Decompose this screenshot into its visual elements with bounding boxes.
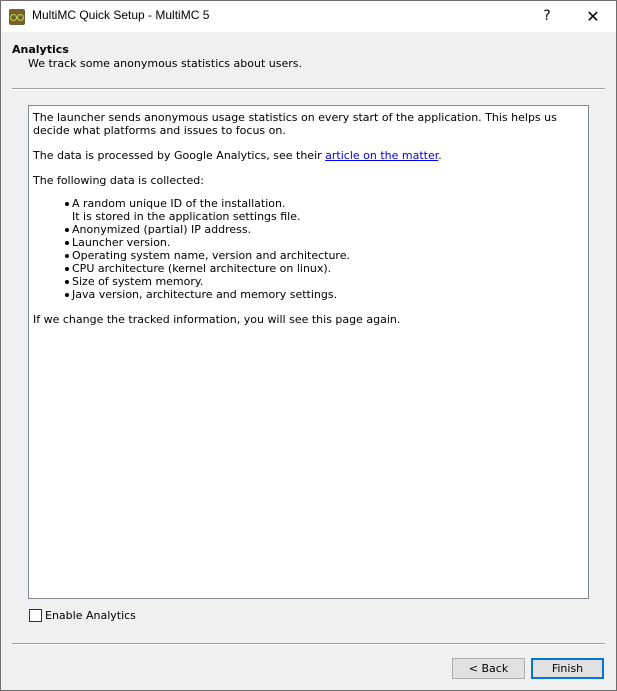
page-title: Analytics bbox=[12, 43, 69, 56]
window-title: MultiMC Quick Setup - MultiMC 5 bbox=[32, 8, 210, 22]
info-paragraph-processing: The data is processed by Google Analytic… bbox=[33, 149, 584, 162]
info-paragraph-intro: The launcher sends anonymous usage stati… bbox=[33, 111, 557, 137]
list-item: Java version, architecture and memory se… bbox=[65, 288, 584, 301]
list-item-text: A random unique ID of the installation. bbox=[72, 197, 286, 210]
help-button[interactable]: ? bbox=[524, 1, 570, 32]
page-subtitle: We track some anonymous statistics about… bbox=[28, 57, 302, 70]
analytics-info-text[interactable]: The launcher sends anonymous usage stati… bbox=[28, 105, 589, 599]
footer-divider bbox=[12, 643, 605, 645]
finish-button[interactable]: Finish bbox=[531, 658, 604, 679]
list-item-subtext: It is stored in the application settings… bbox=[72, 210, 301, 223]
enable-analytics-checkbox[interactable] bbox=[29, 609, 42, 622]
setup-window: MultiMC Quick Setup - MultiMC 5 ? ✕ Anal… bbox=[0, 0, 617, 691]
list-item: Anonymized (partial) IP address. bbox=[65, 223, 584, 236]
enable-analytics-label[interactable]: Enable Analytics bbox=[45, 609, 136, 622]
processing-suffix: . bbox=[438, 149, 442, 162]
back-button[interactable]: < Back bbox=[452, 658, 525, 679]
page-header: Analytics We track some anonymous statis… bbox=[1, 33, 616, 90]
list-item: A random unique ID of the installation. I… bbox=[65, 197, 584, 223]
close-icon[interactable]: ✕ bbox=[570, 1, 616, 32]
multimc-logo-icon bbox=[9, 9, 25, 25]
info-paragraph-change: If we change the tracked information, yo… bbox=[33, 313, 401, 326]
list-item: Operating system name, version and archi… bbox=[65, 249, 584, 262]
list-item: Size of system memory. bbox=[65, 275, 584, 288]
header-divider bbox=[12, 88, 605, 90]
info-paragraph-collected: The following data is collected: bbox=[33, 174, 204, 187]
list-item: CPU architecture (kernel architecture on… bbox=[65, 262, 584, 275]
collected-data-list: A random unique ID of the installation. I… bbox=[33, 197, 584, 301]
article-link[interactable]: article on the matter bbox=[325, 149, 438, 162]
list-item: Launcher version. bbox=[65, 236, 584, 249]
processing-text: The data is processed by Google Analytic… bbox=[33, 149, 326, 162]
title-bar: MultiMC Quick Setup - MultiMC 5 ? ✕ bbox=[1, 1, 616, 32]
